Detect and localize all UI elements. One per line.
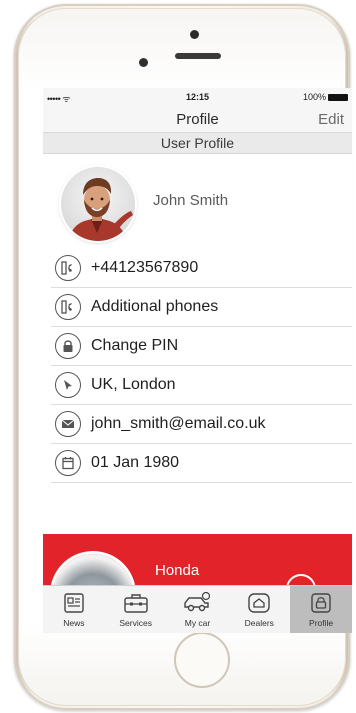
tab-label: News xyxy=(63,618,85,628)
front-camera xyxy=(139,58,148,67)
phone-book-icon xyxy=(55,255,81,281)
mail-icon xyxy=(55,411,81,437)
detail-label: Additional phones xyxy=(91,298,219,315)
news-icon xyxy=(64,593,84,613)
edit-button[interactable]: Edit xyxy=(318,111,344,128)
battery-indicator: 100% xyxy=(303,92,348,102)
detail-row-change-pin[interactable]: Change PIN xyxy=(51,327,352,366)
detail-row-location[interactable]: UK, London xyxy=(51,366,352,405)
profile-lock-icon xyxy=(311,593,331,613)
tab-my-car[interactable]: My car xyxy=(167,586,229,633)
lock-icon xyxy=(55,333,81,359)
navigation-bar: Profile Edit xyxy=(43,106,352,133)
home-button[interactable] xyxy=(174,632,230,688)
detail-row-additional-phones[interactable]: Additional phones xyxy=(51,288,352,327)
toolbox-icon xyxy=(123,594,148,613)
tab-news[interactable]: News xyxy=(43,586,105,633)
location-arrow-icon xyxy=(55,372,81,398)
tab-label: Services xyxy=(119,618,152,628)
detail-label: +44123567890 xyxy=(91,259,199,276)
status-bar: ••••• ᯤ 12:15 100% xyxy=(43,88,352,106)
battery-icon xyxy=(328,93,348,101)
section-header: User Profile xyxy=(43,133,352,154)
tab-label: My car xyxy=(184,618,211,628)
phone-book-icon xyxy=(55,294,81,320)
avatar[interactable] xyxy=(61,167,135,241)
detail-label: Change PIN xyxy=(91,337,179,354)
car-title: Honda xyxy=(155,562,200,579)
detail-label: john_smith@email.co.uk xyxy=(91,415,266,432)
tab-label: Dealers xyxy=(244,618,274,628)
proximity-sensor xyxy=(190,30,199,39)
calendar-icon xyxy=(55,450,81,476)
tab-label: Profile xyxy=(309,618,334,628)
battery-percent: 100% xyxy=(302,92,326,102)
detail-row-phone[interactable]: +44123567890 xyxy=(51,249,352,288)
detail-row-birthdate[interactable]: 01 Jan 1980 xyxy=(51,444,352,483)
dealer-home-icon xyxy=(248,593,270,613)
avatar-person-icon xyxy=(69,178,133,241)
detail-row-email[interactable]: john_smith@email.co.uk xyxy=(51,405,352,444)
user-name: John Smith xyxy=(153,192,229,209)
earpiece-speaker xyxy=(175,53,221,59)
profile-header: John Smith xyxy=(43,154,352,249)
tab-bar: News Services My car Dealers Profile xyxy=(43,585,352,633)
page-title: Profile xyxy=(176,111,219,128)
app-screen: ••••• ᯤ 12:15 100% Profile Edit User Pro… xyxy=(43,88,352,633)
detail-label: 01 Jan 1980 xyxy=(91,454,180,471)
tab-dealers[interactable]: Dealers xyxy=(228,586,290,633)
detail-label: UK, London xyxy=(91,376,176,393)
car-icon xyxy=(184,591,211,612)
tab-profile[interactable]: Profile xyxy=(290,586,352,633)
tab-services[interactable]: Services xyxy=(105,586,167,633)
